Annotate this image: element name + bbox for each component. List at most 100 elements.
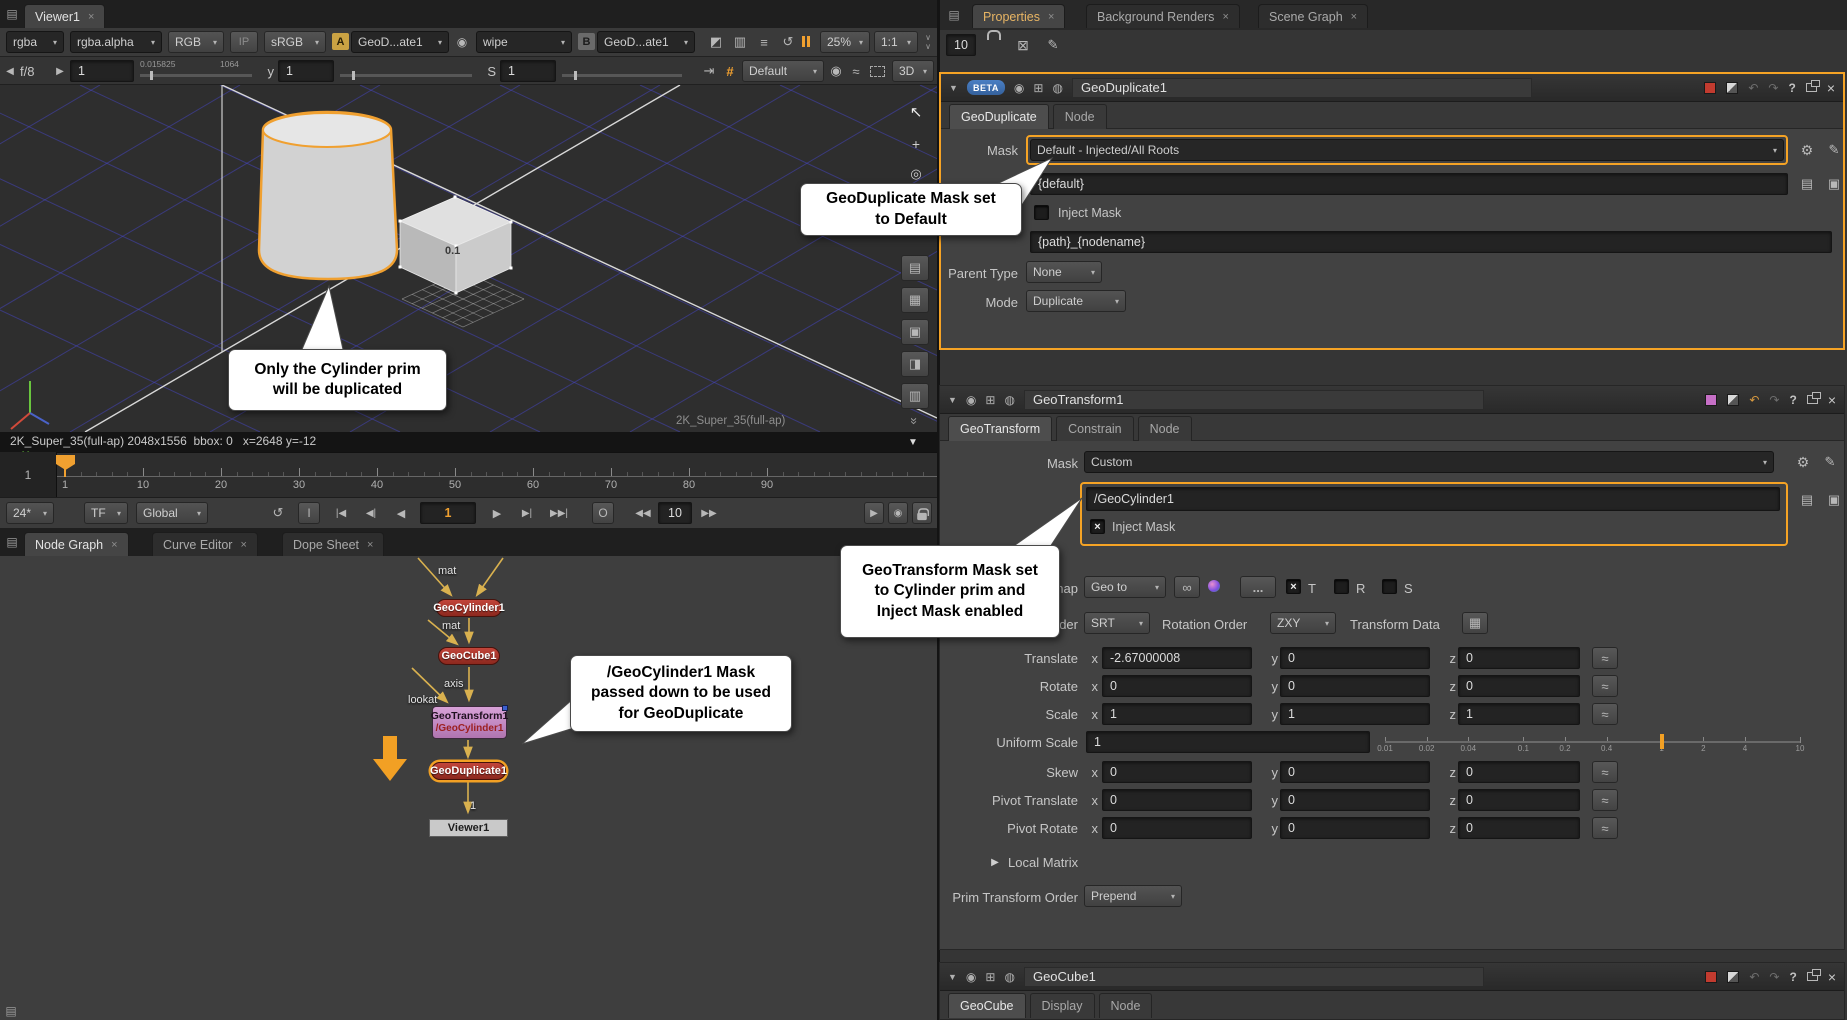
dag-link-icon[interactable]: ⊞	[985, 393, 995, 407]
rotate-y-field[interactable]: 0	[1280, 675, 1430, 697]
set-out-button[interactable]: O	[592, 502, 614, 524]
node-geocube1[interactable]: GeoCube1	[438, 647, 500, 665]
viewport-collapse-icon[interactable]: »	[906, 412, 924, 430]
redo-icon[interactable]: ↷	[1768, 81, 1778, 95]
tab-node-graph[interactable]: Node Graph×	[24, 532, 129, 556]
tab-node[interactable]: Node	[1138, 416, 1192, 441]
status-dropdown-icon[interactable]: ▼	[903, 434, 923, 450]
fps-dropdown[interactable]: 24*▾	[6, 502, 54, 524]
curve-icon[interactable]: ≈	[1592, 675, 1618, 697]
pane-menu-icon[interactable]: ▤	[4, 6, 20, 22]
prev-keyframe-icon[interactable]: ◀|	[358, 502, 384, 524]
edit-icon[interactable]: ✎	[1042, 34, 1064, 56]
wipe-mode-dropdown[interactable]: wipe▾	[476, 31, 572, 53]
close-panel-icon[interactable]: ×	[1828, 392, 1836, 408]
tab-background-renders[interactable]: Background Renders×	[1086, 4, 1240, 28]
gear-icon[interactable]: ⚙	[1792, 451, 1814, 473]
inject-mask-checkbox-checked[interactable]: ×	[1090, 519, 1105, 534]
view-3d-dropdown[interactable]: 3D▾	[892, 60, 934, 82]
goto-start-icon[interactable]: |◀	[328, 502, 354, 524]
alpha-dropdown[interactable]: rgba.alpha▾	[70, 31, 162, 53]
close-panel-icon[interactable]: ×	[1828, 969, 1836, 985]
order-dropdown[interactable]: SRT▾	[1084, 612, 1150, 634]
pivot-translate-x-field[interactable]: 0	[1102, 789, 1252, 811]
tab-constrain[interactable]: Constrain	[1056, 416, 1134, 441]
edit-mask-icon[interactable]: ✎	[1824, 139, 1844, 161]
lock-range-icon[interactable]	[912, 502, 932, 524]
next-stop-icon[interactable]: ▶	[54, 60, 66, 82]
node-geoduplicate1[interactable]: GeoDuplicate1	[431, 762, 506, 780]
parent-type-dropdown[interactable]: None▾	[1026, 261, 1102, 283]
focus-node-icon[interactable]: ◉	[1014, 81, 1024, 95]
node-geotransform1[interactable]: GeoTransform1 /GeoCylinder1	[432, 706, 507, 739]
close-icon[interactable]: ×	[367, 539, 373, 551]
play-forward-icon[interactable]: ▶	[484, 502, 510, 524]
prim-transform-order-dropdown[interactable]: Prepend▾	[1084, 885, 1182, 907]
occlusion-icon[interactable]: ◉	[828, 60, 844, 82]
current-frame-field[interactable]: 1	[420, 502, 476, 524]
mask-expression-field[interactable]: {default}	[1030, 173, 1788, 195]
refresh-icon[interactable]: ↺	[778, 32, 798, 52]
pane-corner-icon[interactable]: ▤	[3, 1003, 19, 1019]
undo-icon[interactable]: ↶	[1749, 970, 1759, 984]
snap-dropdown[interactable]: Geo to▾	[1084, 576, 1166, 598]
mask-path-field[interactable]: /GeoCylinder1	[1086, 487, 1780, 511]
snap-geo-icon[interactable]	[1208, 580, 1220, 592]
playhead-line[interactable]	[64, 455, 66, 477]
toolbar-expand-icon[interactable]: ∨∨	[920, 30, 936, 54]
wipe-split-icon[interactable]: ◩	[706, 32, 726, 52]
display-channels-dropdown[interactable]: RGB▾	[168, 31, 224, 53]
scale-y-field[interactable]: 1	[1280, 703, 1430, 725]
wave-icon[interactable]: ≈	[848, 60, 864, 82]
step-back-icon[interactable]: ◀◀	[630, 502, 656, 524]
pivot-rotate-x-field[interactable]: 0	[1102, 817, 1252, 839]
tab-node[interactable]: Node	[1053, 104, 1107, 129]
curve-icon[interactable]: ≈	[1592, 647, 1618, 669]
duplicate-name-field[interactable]: {path}_{nodename}	[1030, 231, 1832, 253]
close-icon[interactable]: ×	[111, 539, 117, 551]
input-process-button[interactable]: IP	[230, 31, 258, 53]
close-icon[interactable]: ×	[240, 539, 246, 551]
record-icon[interactable]: ◉	[888, 502, 908, 524]
collapse-icon[interactable]: ▼	[948, 395, 957, 405]
input-a-dropdown[interactable]: GeoD...ate1▾	[351, 31, 449, 53]
collapse-icon[interactable]: ▼	[949, 83, 958, 93]
curve-icon[interactable]: ≈	[1592, 789, 1618, 811]
undo-icon[interactable]: ↶	[1749, 393, 1759, 407]
flipbook-icon[interactable]: ▶	[864, 502, 884, 524]
lightbulb-icon[interactable]: ◍	[1004, 393, 1014, 407]
tf-dropdown[interactable]: TF▾	[84, 502, 128, 524]
node-title-field[interactable]: GeoTransform1	[1024, 390, 1484, 410]
tab-curve-editor[interactable]: Curve Editor×	[152, 532, 258, 556]
grid-overlay-icon[interactable]: #	[722, 60, 738, 82]
tab-node[interactable]: Node	[1099, 993, 1153, 1018]
prev-stop-icon[interactable]: ◀	[4, 60, 16, 82]
saturation-field[interactable]: 1	[500, 60, 556, 82]
viewport-panel-icon-3[interactable]: ▣	[901, 319, 929, 345]
mask-dropdown[interactable]: Default - Injected/All Roots▾	[1030, 139, 1784, 161]
mode-dropdown[interactable]: Duplicate▾	[1026, 290, 1126, 312]
float-panel-icon[interactable]	[1807, 972, 1818, 981]
skew-z-field[interactable]: 0	[1458, 761, 1580, 783]
close-icon[interactable]: ×	[1048, 11, 1054, 23]
wipe-center-icon[interactable]: ◉	[453, 33, 471, 51]
zoom-dropdown[interactable]: 25%▾	[820, 31, 870, 53]
rotation-order-dropdown[interactable]: ZXY▾	[1270, 612, 1336, 634]
proxy-dropdown[interactable]: 1:1▾	[874, 31, 918, 53]
skew-y-field[interactable]: 0	[1280, 761, 1430, 783]
frame-step-field[interactable]: 10	[658, 502, 692, 524]
layer-dropdown[interactable]: rgba▾	[6, 31, 64, 53]
play-backward-icon[interactable]: ◀	[388, 502, 414, 524]
curve-icon[interactable]: ≈	[1592, 761, 1618, 783]
focus-node-icon[interactable]: ◉	[966, 393, 976, 407]
viewport-cursor-icon[interactable]: ↖	[904, 100, 928, 124]
gamma-field[interactable]: 1	[278, 60, 334, 82]
timeline-ruler[interactable]: 1102030405060708090	[0, 452, 937, 497]
pane-menu-icon[interactable]: ▤	[4, 534, 20, 550]
redo-icon[interactable]: ↷	[1769, 393, 1779, 407]
tab-dope-sheet[interactable]: Dope Sheet×	[282, 532, 384, 556]
colorspace-dropdown[interactable]: sRGB▾	[264, 31, 326, 53]
uniform-scale-handle[interactable]	[1660, 734, 1664, 749]
loop-mode-icon[interactable]: ↺	[266, 502, 290, 524]
lightbulb-icon[interactable]: ◍	[1004, 970, 1014, 984]
